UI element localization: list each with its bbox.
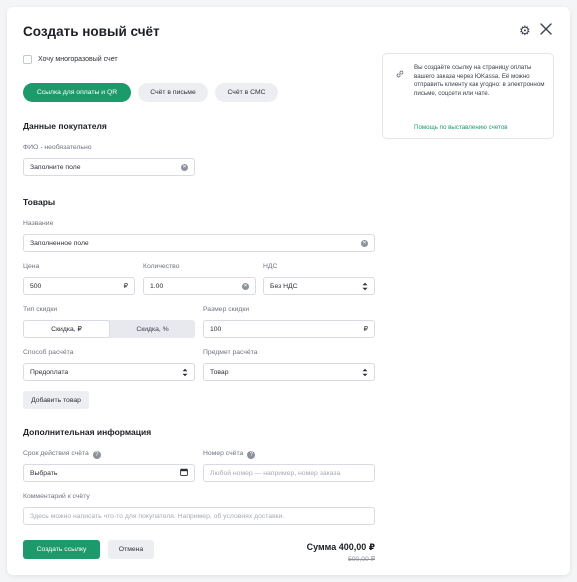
reusable-checkbox-label: Хочу многоразовый счет: [38, 56, 118, 63]
price-input[interactable]: 500 ₽: [23, 277, 135, 295]
invoice-number-input[interactable]: Любой номер — например, номер заказа: [203, 464, 375, 482]
discount-percent-option[interactable]: Скидка, %: [110, 320, 195, 338]
reusable-checkbox[interactable]: [23, 55, 32, 64]
invoice-number-placeholder: Любой номер — например, номер заказа: [210, 469, 341, 477]
comment-placeholder: Здесь можно написать что-то для покупате…: [30, 512, 285, 520]
clear-icon[interactable]: ✕: [361, 239, 368, 247]
select-arrows-icon: [362, 368, 368, 377]
validity-date-input[interactable]: Выбрать: [23, 464, 195, 482]
buyer-name-input[interactable]: Заполните поле ✕: [23, 158, 195, 176]
quantity-label: Количество: [143, 263, 180, 270]
quantity-value: 1.00: [150, 282, 164, 290]
help-icon[interactable]: ?: [92, 451, 101, 459]
select-arrows-icon: [182, 368, 188, 377]
invoice-number-label-row: Номер счёта?: [203, 450, 256, 459]
close-icon[interactable]: [539, 22, 553, 36]
comment-label: Комментарий к счёту: [23, 493, 90, 500]
discount-rub-option[interactable]: Скидка, ₽: [23, 320, 110, 338]
discount-size-input[interactable]: 100 ₽: [203, 320, 375, 338]
price-currency: ₽: [123, 283, 128, 290]
tab-payment-link[interactable]: Ссылка для оплаты и QR: [23, 83, 131, 102]
price-label: Цена: [23, 263, 40, 270]
info-text: Вы создаёте ссылку на страницу оплаты ва…: [414, 64, 545, 97]
invoice-number-label: Номер счёта: [203, 450, 244, 457]
total-sum: Сумма 400,00 ₽: [306, 542, 375, 552]
link-icon: [395, 66, 405, 78]
validity-label-row: Срок действия счёта?: [23, 450, 101, 459]
buyer-name-value: Заполните поле: [30, 163, 81, 171]
create-link-button[interactable]: Создать ссылку: [23, 540, 100, 559]
select-arrows-icon: [362, 282, 368, 291]
info-box: Вы создаёте ссылку на страницу оплаты ва…: [382, 53, 554, 139]
create-invoice-modal: Создать новый счёт ⚙ Хочу многоразовый с…: [7, 7, 570, 575]
payment-subject-value: Товар: [210, 368, 229, 376]
payment-subject-label: Предмет расчёта: [203, 349, 258, 356]
product-name-input[interactable]: Заполненное поле ✕: [23, 234, 375, 252]
help-icon[interactable]: ?: [247, 451, 256, 459]
tab-email-invoice[interactable]: Счёт в письме: [138, 83, 208, 102]
calendar-icon[interactable]: [180, 468, 188, 478]
additional-heading: Дополнительная информация: [23, 427, 152, 437]
vat-value: Без НДС: [270, 282, 298, 290]
buyer-name-label: ФИО - необязательно: [23, 144, 92, 151]
clear-icon[interactable]: ✕: [242, 282, 249, 290]
old-sum: 500,00 ₽: [347, 556, 375, 563]
add-product-button[interactable]: Добавить товар: [23, 391, 89, 409]
tab-sms-invoice[interactable]: Счёт в СМС: [215, 83, 278, 102]
help-link[interactable]: Помощь по выставлению счетов: [414, 124, 508, 131]
payment-method-select[interactable]: Предоплата: [23, 363, 195, 381]
price-value: 500: [30, 282, 42, 290]
discount-currency: ₽: [363, 326, 368, 333]
modal-title: Создать новый счёт: [23, 24, 160, 39]
discount-size-label: Размер скидки: [203, 306, 250, 313]
discount-type-label: Тип скидки: [23, 306, 58, 313]
payment-subject-select[interactable]: Товар: [203, 363, 375, 381]
buyer-heading: Данные покупателя: [23, 121, 107, 131]
payment-method-label: Способ расчёта: [23, 349, 74, 356]
goods-heading: Товары: [23, 197, 56, 207]
validity-label: Срок действия счёта: [23, 450, 89, 457]
discount-size-value: 100: [210, 325, 222, 333]
gear-icon[interactable]: ⚙: [519, 24, 533, 38]
reusable-checkbox-row[interactable]: Хочу многоразовый счет: [23, 55, 118, 64]
vat-label: НДС: [263, 263, 278, 270]
validity-value: Выбрать: [30, 469, 58, 477]
vat-select[interactable]: Без НДС: [263, 277, 375, 295]
payment-method-value: Предоплата: [30, 368, 69, 376]
quantity-input[interactable]: 1.00 ✕: [143, 277, 256, 295]
discount-type-toggle[interactable]: Скидка, ₽ Скидка, %: [23, 320, 195, 338]
cancel-button[interactable]: Отмена: [108, 540, 154, 559]
comment-input[interactable]: Здесь можно написать что-то для покупате…: [23, 507, 375, 525]
product-name-value: Заполненное поле: [30, 239, 89, 247]
product-name-label: Название: [23, 220, 54, 227]
clear-icon[interactable]: ✕: [181, 163, 188, 171]
